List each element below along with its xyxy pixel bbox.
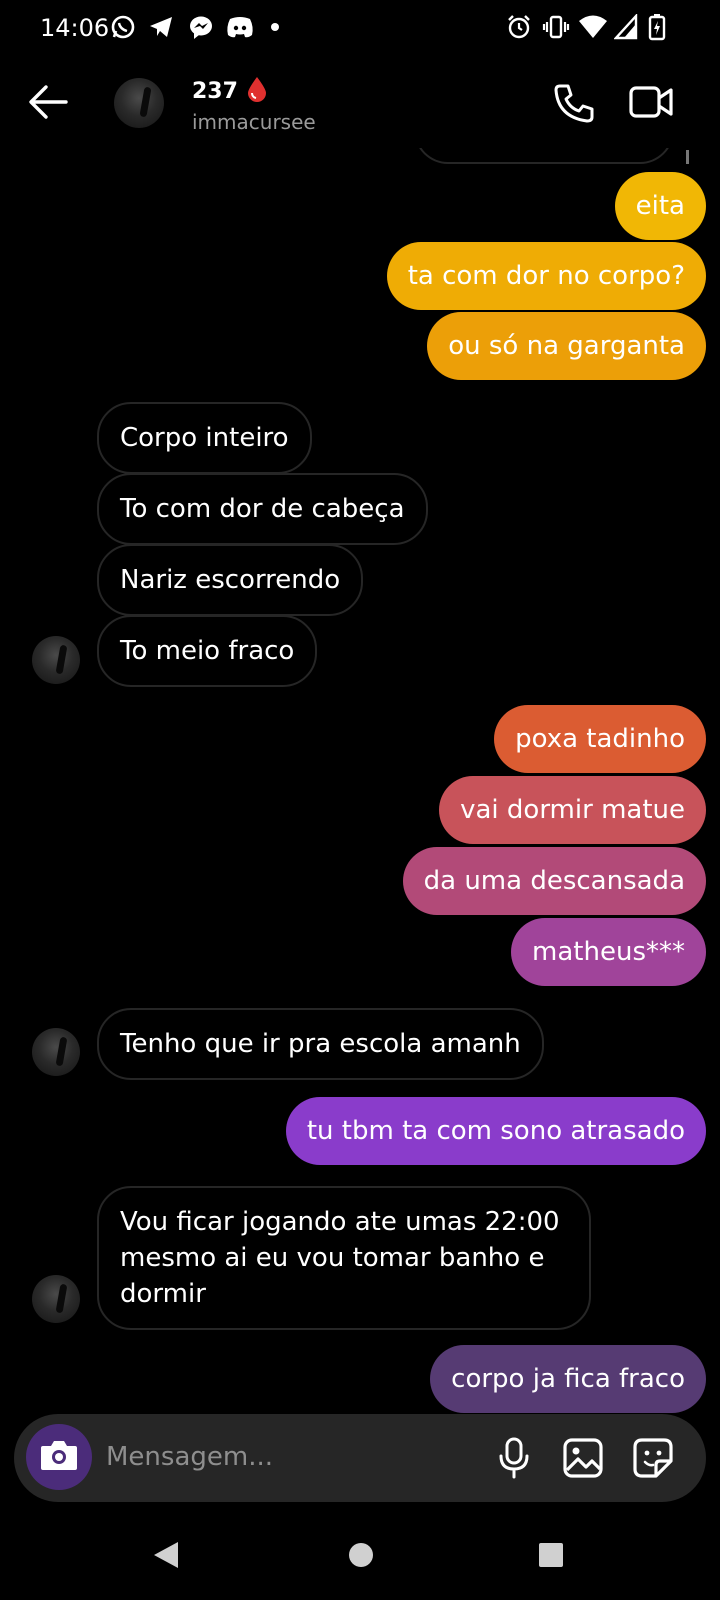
message-bubble-out[interactable]: tu tbm ta com sono atrasado [285,1097,706,1165]
message-bubble-in[interactable]: To com dor de cabeça [97,473,428,545]
battery-charging-icon [648,14,666,41]
wifi-icon [578,14,608,40]
username: immacursee [192,110,316,134]
scrollbar-thumb[interactable] [686,150,689,164]
circle-home-icon[interactable] [348,1542,374,1572]
vibrate-icon [542,14,570,40]
arrow-left-icon[interactable] [26,82,70,126]
status-time: 14:06 [40,14,110,42]
message-bubble-out[interactable]: ta com dor no corpo? [386,242,706,310]
alarm-icon [506,14,532,40]
messenger-icon [188,14,214,40]
video-camera-icon[interactable] [628,82,674,126]
camera-icon [39,1438,79,1476]
square-recents-icon[interactable] [538,1542,564,1572]
message-bubble-in[interactable]: Tenho que ir pra escola amanh [97,1008,544,1080]
whatsapp-icon [110,14,136,40]
avatar[interactable] [114,78,164,128]
phone-icon[interactable] [552,82,596,128]
blood-drop-icon [246,76,268,108]
message-bubble-out[interactable]: ou só na garganta [427,312,706,380]
microphone-icon[interactable] [496,1436,532,1484]
system-nav-bar [0,1512,720,1600]
message-bubble-out[interactable]: vai dormir matue [439,776,706,844]
sticker-icon[interactable] [632,1437,674,1483]
message-input[interactable]: Mensagem... [106,1442,273,1472]
message-bubble-out[interactable]: da uma descansada [402,847,706,915]
display-name: 237 [192,79,238,104]
image-icon[interactable] [562,1437,604,1483]
message-bubble-in[interactable]: Corpo inteiro [97,402,312,474]
contact-name[interactable]: 237 [192,76,268,108]
sender-avatar[interactable] [32,1275,80,1323]
dot-icon [270,14,280,40]
message-bubble-out[interactable]: poxa tadinho [494,705,706,773]
status-bar: 14:06 [0,0,720,56]
message-bubble-in[interactable]: Vou ficar jogando ate umas 22:00 mesmo a… [97,1186,591,1330]
message-bubble-out[interactable]: eita [614,172,706,240]
telegram-icon [148,14,174,40]
signal-icon [614,14,638,40]
sender-avatar[interactable] [32,1028,80,1076]
sender-avatar[interactable] [32,636,80,684]
message-bubble-in[interactable]: Nariz escorrendo [97,544,364,616]
discord-icon [226,14,254,40]
triangle-back-icon[interactable] [152,1540,180,1574]
camera-button[interactable] [26,1424,92,1490]
message-bubble-out[interactable]: matheus*** [511,918,706,986]
message-bubble-out[interactable]: corpo ja fica fraco [430,1345,706,1413]
header-background [0,56,720,148]
message-bubble-in[interactable]: To meio fraco [97,615,318,687]
